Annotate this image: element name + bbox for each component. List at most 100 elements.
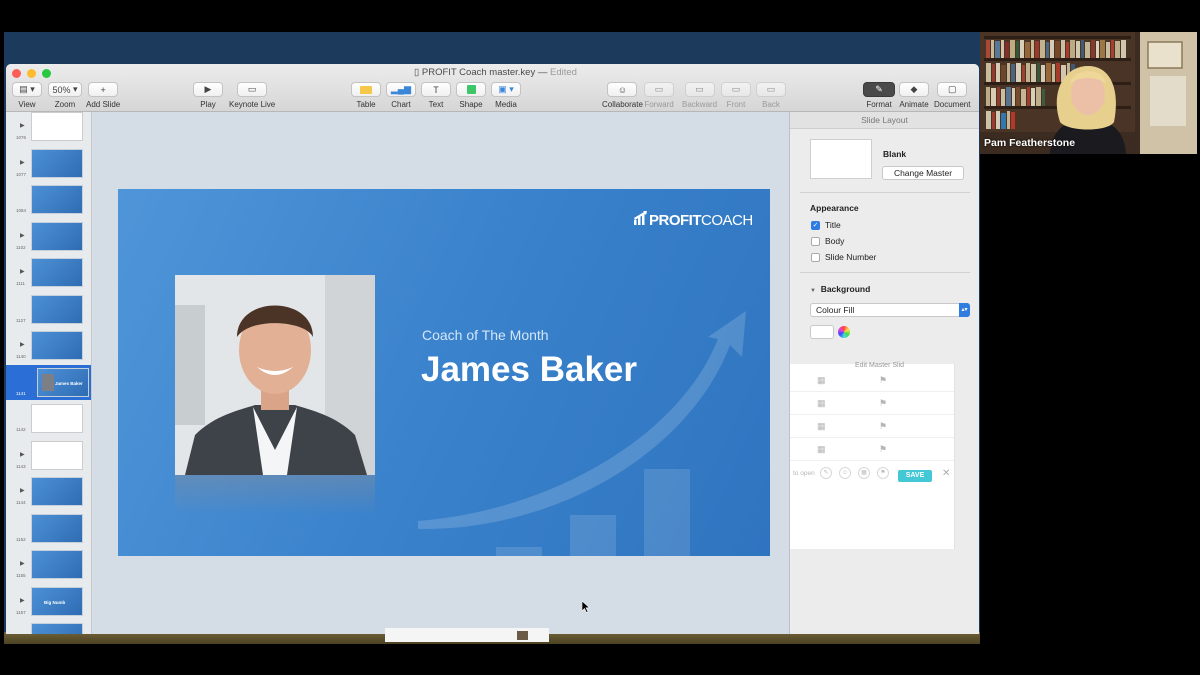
- slide-thumbnail[interactable]: [31, 550, 83, 579]
- slide-thumbnail[interactable]: [31, 112, 83, 141]
- list-item[interactable]: ▦ ⚑: [790, 392, 954, 415]
- master-thumbnail[interactable]: [810, 139, 872, 179]
- zoom-menu[interactable]: 50% ▾ Zoom: [48, 82, 82, 109]
- slide-thumbnail[interactable]: [31, 258, 83, 287]
- change-master-button[interactable]: Change Master: [882, 166, 964, 180]
- nav-slide-item[interactable]: ▶ 1157 Big Numb: [6, 584, 91, 619]
- nav-slide-item[interactable]: ▶ 1077: [6, 146, 91, 181]
- shape-icon: [466, 85, 476, 94]
- nav-slide-item[interactable]: 1152: [6, 511, 91, 546]
- collaborate-button[interactable]: ☺ Collaborate: [602, 82, 643, 109]
- save-button[interactable]: SAVE: [898, 470, 932, 482]
- slide-thumbnail[interactable]: [31, 513, 83, 543]
- nav-slide-item[interactable]: ▶ 1155: [6, 547, 91, 582]
- zoom-window-button[interactable]: [42, 69, 51, 78]
- nav-slide-item[interactable]: ▶ 1144: [6, 474, 91, 509]
- disclosure-triangle-icon[interactable]: ▶: [20, 268, 25, 275]
- body-checkbox[interactable]: Body: [811, 236, 844, 246]
- nav-slide-item[interactable]: 1084: [6, 182, 91, 217]
- disclosure-triangle-icon[interactable]: ▶: [20, 159, 25, 166]
- slide-thumbnail[interactable]: [31, 185, 83, 214]
- slide-thumbnail[interactable]: Big Numb: [31, 586, 83, 616]
- appearance-heading: Appearance: [810, 203, 859, 213]
- slide-number-checkbox[interactable]: Slide Number: [811, 252, 877, 262]
- text-icon: T: [433, 84, 439, 95]
- slide-thumbnail[interactable]: [31, 477, 83, 506]
- slide-number: 1155: [16, 573, 26, 578]
- front-button[interactable]: ▭ Front: [721, 82, 751, 109]
- assign-user-icon[interactable]: ☺: [839, 467, 851, 479]
- body-option-label: Body: [825, 236, 845, 246]
- list-item[interactable]: ▦ ⚑: [790, 415, 954, 438]
- shape-button[interactable]: Shape: [456, 82, 486, 109]
- nav-slide-item[interactable]: 1127: [6, 292, 91, 327]
- slide-thumbnail[interactable]: [31, 148, 83, 178]
- slide-canvas[interactable]: PROFIT COACH Coach of The Month James Bak…: [93, 112, 796, 634]
- text-button[interactable]: T Text: [421, 82, 451, 109]
- nav-slide-item[interactable]: 1141 James Baker: [6, 364, 91, 400]
- list-item[interactable]: ▦ ⚑: [790, 369, 954, 392]
- play-button[interactable]: ▶ Play: [193, 82, 223, 109]
- slide-number-option-label: Slide Number: [825, 252, 877, 262]
- slide-thumbnail[interactable]: [31, 440, 83, 470]
- slide-subtitle[interactable]: Coach of The Month: [422, 327, 549, 343]
- nav-slide-item[interactable]: ▶ 1076: [6, 112, 91, 144]
- calendar-tool-icon[interactable]: ▦: [858, 467, 870, 479]
- backward-icon: ▭: [695, 84, 704, 94]
- colour-well[interactable]: [810, 325, 834, 339]
- nav-slide-item[interactable]: [6, 620, 91, 634]
- minimize-window-button[interactable]: [27, 69, 36, 78]
- close-window-button[interactable]: [12, 69, 21, 78]
- dock-app-icon[interactable]: [517, 631, 528, 640]
- close-icon[interactable]: ✕: [942, 468, 950, 479]
- colour-wheel-icon[interactable]: [838, 326, 850, 338]
- add-slide-button[interactable]: + Add Slide: [86, 82, 120, 109]
- slide-thumbnail[interactable]: [31, 221, 83, 251]
- disclosure-triangle-icon[interactable]: ▶: [20, 451, 25, 458]
- nav-slide-item[interactable]: ▶ 1140: [6, 328, 91, 363]
- view-button[interactable]: ▤ ▾ View: [12, 82, 42, 109]
- disclosure-triangle-icon[interactable]: ▶: [20, 487, 25, 494]
- coach-photo[interactable]: [175, 275, 375, 475]
- format-button[interactable]: ✎ Format: [863, 82, 895, 109]
- forward-button[interactable]: ▭ Forward: [644, 82, 674, 109]
- nav-slide-item[interactable]: ▶ 1102: [6, 219, 91, 254]
- backward-button[interactable]: ▭ Backward: [682, 82, 717, 109]
- current-slide[interactable]: PROFIT COACH Coach of The Month James Bak…: [118, 189, 770, 556]
- nav-slide-item[interactable]: ▶ 1111: [6, 255, 91, 290]
- nav-slide-item[interactable]: ▶ 1143: [6, 438, 91, 473]
- table-button[interactable]: Table: [351, 82, 381, 109]
- document-button[interactable]: ▢ Document: [934, 82, 970, 109]
- slide-navigator[interactable]: ▶ 1076 ▶ 1077 1084 ▶ 1102 ▶ 1111 1127 ▶ 1140 1141 Jam…: [6, 112, 92, 634]
- slide-thumbnail[interactable]: [31, 331, 83, 360]
- chart-button[interactable]: ▂▄▆ Chart: [386, 82, 416, 109]
- title-checkbox[interactable]: ✓ Title: [811, 220, 841, 230]
- animate-button[interactable]: ◆ Animate: [899, 82, 929, 109]
- media-button[interactable]: ▣ ▾ Media: [491, 82, 521, 109]
- slide-title[interactable]: James Baker: [421, 350, 637, 390]
- keynote-live-button[interactable]: ▭ Keynote Live: [229, 82, 275, 109]
- calendar-icon: ▦: [817, 421, 826, 431]
- background-heading[interactable]: ▼ Background: [810, 284, 870, 294]
- slide-thumbnail[interactable]: [31, 623, 83, 634]
- inspector-divider: [800, 192, 970, 193]
- slide-thumbnail[interactable]: [31, 404, 83, 433]
- fill-type-select[interactable]: Colour Fill ▴▾: [810, 303, 970, 317]
- edit-icon[interactable]: ✎: [820, 467, 832, 479]
- nav-slide-item[interactable]: 1142: [6, 401, 91, 436]
- disclosure-triangle-icon[interactable]: ▶: [20, 341, 25, 348]
- list-item[interactable]: ▦ ⚑: [790, 438, 954, 461]
- slide-number: 1142: [16, 427, 26, 432]
- flag-tool-icon[interactable]: ⚑: [877, 467, 889, 479]
- disclosure-triangle-icon[interactable]: ▶: [20, 122, 25, 129]
- slide-thumbnail[interactable]: [31, 294, 83, 324]
- disclosure-triangle-icon[interactable]: ▶: [20, 232, 25, 239]
- slide-number: 1077: [16, 171, 27, 177]
- back-button[interactable]: ▭ Back: [756, 82, 786, 109]
- chevron-down-icon: ▾: [73, 84, 78, 94]
- disclosure-triangle-icon[interactable]: ▶: [20, 597, 25, 604]
- overlay-partial-label: Edit Master Slid: [855, 362, 905, 369]
- front-icon: ▭: [731, 84, 741, 94]
- slide-thumbnail[interactable]: James Baker: [37, 367, 89, 397]
- disclosure-triangle-icon[interactable]: ▶: [20, 560, 25, 567]
